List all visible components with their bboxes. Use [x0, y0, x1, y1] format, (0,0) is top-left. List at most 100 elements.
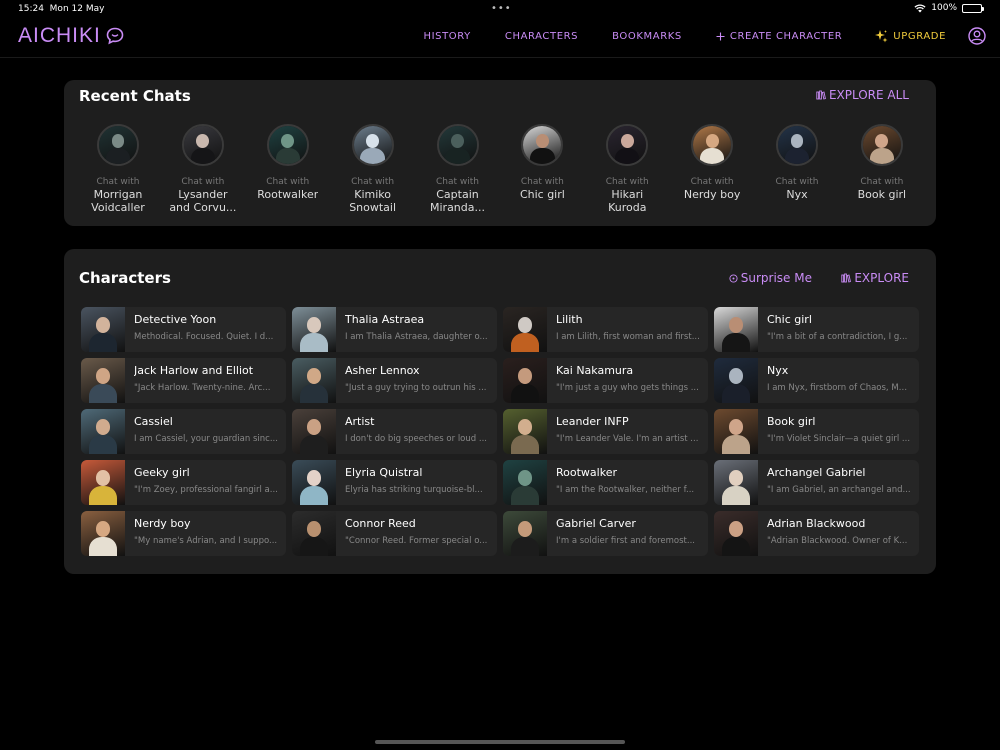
multitasking-dots-icon[interactable]: •••: [491, 3, 512, 14]
character-thumbnail: [503, 409, 547, 454]
recent-chat-item[interactable]: Chat with Nerdy boy: [676, 124, 748, 214]
character-card[interactable]: Book girl "I'm Violet Sinclair—a quiet gi…: [714, 409, 919, 454]
character-thumbnail: [503, 460, 547, 505]
character-card[interactable]: Archangel Gabriel "I am Gabriel, an archa…: [714, 460, 919, 505]
recent-chat-item[interactable]: Chat with Hikari Kuroda: [591, 124, 663, 214]
logo[interactable]: AICHIKI: [18, 24, 125, 48]
character-thumbnail: [81, 409, 125, 454]
character-card[interactable]: Nerdy boy "My name's Adrian, and I suppo.…: [81, 511, 286, 556]
avatar: [521, 124, 564, 166]
recent-chat-item[interactable]: Chat with Kimiko Snowtail: [337, 124, 409, 214]
character-card[interactable]: Jack Harlow and Elliot "Jack Harlow. Twen…: [81, 358, 286, 403]
library-icon: [841, 273, 852, 283]
character-description: "I am Gabriel, an archangel and...: [767, 485, 911, 495]
recent-chat-item[interactable]: Chat with Book girl: [846, 124, 918, 214]
character-card[interactable]: Nyx I am Nyx, firstborn of Chaos, Mo...: [714, 358, 919, 403]
character-thumbnail: [292, 511, 336, 556]
avatar: [266, 124, 309, 166]
surprise-me-label: Surprise Me: [740, 271, 812, 285]
character-description: "I'm a bit of a contradiction, I g...: [767, 332, 908, 342]
character-thumbnail: [81, 358, 125, 403]
chat-with-label: Chat with: [436, 177, 479, 187]
chat-with-label: Chat with: [605, 177, 649, 187]
avatar: [606, 124, 649, 166]
nav-create-character[interactable]: CREATE CHARACTER: [716, 31, 842, 42]
recent-chat-item[interactable]: Chat with Chic girl: [506, 124, 578, 214]
character-thumbnail: [714, 409, 758, 454]
recent-chat-item[interactable]: Chat with Lysander and Corvu...: [167, 124, 239, 214]
character-card[interactable]: Rootwalker "I am the Rootwalker, neither …: [503, 460, 708, 505]
status-right: 100%: [914, 3, 984, 13]
recent-chat-name: Book girl: [857, 188, 907, 201]
character-name: Archangel Gabriel: [767, 466, 866, 479]
characters-grid: Detective Yoon Methodical. Focused. Quiet…: [81, 307, 919, 556]
recent-chat-item[interactable]: Chat with Rootwalker: [252, 124, 324, 214]
nav-history[interactable]: HISTORY: [423, 31, 470, 42]
avatar: [181, 124, 224, 166]
character-card[interactable]: Lilith I am Lilith, first woman and first…: [503, 307, 708, 352]
character-thumbnail: [714, 358, 758, 403]
explore-all-label: EXPLORE ALL: [828, 88, 909, 102]
character-card[interactable]: Artist I don't do big speeches or loud ..…: [292, 409, 497, 454]
nav-bookmarks[interactable]: BOOKMARKS: [612, 31, 682, 42]
character-name: Artist: [345, 415, 375, 428]
character-card[interactable]: Thalia Astraea I am Thalia Astraea, daugh…: [292, 307, 497, 352]
nav-upgrade[interactable]: UPGRADE: [874, 29, 946, 43]
character-card[interactable]: Elyria Quistral Elyria has striking turqu…: [292, 460, 497, 505]
character-card[interactable]: Leander INFP "I'm Leander Vale. I'm an ar…: [503, 409, 708, 454]
characters-panel: Characters Surprise Me EXPLORE Detective…: [64, 249, 936, 574]
create-character-label: CREATE CHARACTER: [729, 30, 843, 42]
explore-label: EXPLORE: [854, 271, 909, 285]
character-thumbnail: [503, 511, 547, 556]
character-thumbnail: [714, 460, 758, 505]
character-description: "I'm just a guy who gets things ...: [556, 383, 699, 393]
chat-with-label: Chat with: [351, 177, 395, 187]
character-description: I'm a soldier first and foremost...: [556, 536, 695, 546]
character-name: Cassiel: [134, 415, 173, 428]
wifi-icon: [914, 3, 926, 12]
chat-with-label: Chat with: [96, 177, 140, 187]
recent-chat-item[interactable]: Chat with Morrigan Voidcaller: [82, 124, 154, 214]
chat-with-label: Chat with: [266, 177, 310, 187]
character-thumbnail: [292, 307, 336, 352]
recent-chat-name: Nerdy boy: [683, 188, 741, 201]
character-card[interactable]: Asher Lennox "Just a guy trying to outrun…: [292, 358, 497, 403]
home-indicator[interactable]: [375, 740, 625, 744]
avatar: [776, 124, 818, 166]
chat-with-label: Chat with: [520, 177, 564, 187]
recent-chat-item[interactable]: Chat with Nyx: [761, 124, 833, 214]
profile-icon[interactable]: [968, 27, 986, 45]
character-card[interactable]: Detective Yoon Methodical. Focused. Quiet…: [81, 307, 286, 352]
character-thumbnail: [292, 358, 336, 403]
character-description: I am Cassiel, your guardian sinc...: [134, 434, 278, 444]
character-card[interactable]: Kai Nakamura "I'm just a guy who gets thi…: [503, 358, 708, 403]
character-card[interactable]: Chic girl "I'm a bit of a contradiction, …: [714, 307, 919, 352]
character-name: Lilith: [556, 313, 583, 326]
character-name: Leander INFP: [556, 415, 629, 428]
character-card[interactable]: Cassiel I am Cassiel, your guardian sinc.…: [81, 409, 286, 454]
character-description: "I'm Violet Sinclair—a quiet girl ...: [767, 434, 911, 444]
explore-all-button[interactable]: EXPLORE ALL: [816, 88, 909, 102]
character-thumbnail: [503, 358, 547, 403]
avatar: [351, 124, 394, 166]
character-description: I am Lilith, first woman and first...: [556, 332, 700, 342]
character-card[interactable]: Geeky girl "I'm Zoey, professional fangir…: [81, 460, 286, 505]
surprise-me-button[interactable]: Surprise Me: [729, 271, 812, 285]
logo-text: AICHIKI: [18, 24, 101, 47]
character-description: I am Thalia Astraea, daughter o...: [345, 332, 488, 342]
character-description: Methodical. Focused. Quiet. I d...: [134, 332, 274, 342]
character-card[interactable]: Gabriel Carver I'm a soldier first and fo…: [503, 511, 708, 556]
recent-chat-name: Captain Miranda...: [430, 188, 485, 214]
recent-chat-item[interactable]: Chat with Captain Miranda...: [422, 124, 494, 214]
upgrade-label: UPGRADE: [893, 30, 946, 42]
nav-characters[interactable]: CHARACTERS: [505, 31, 578, 42]
top-navigation: AICHIKI HISTORY CHARACTERS BOOKMARKS CRE…: [0, 18, 1000, 58]
character-card[interactable]: Connor Reed "Connor Reed. Former special …: [292, 511, 497, 556]
explore-button[interactable]: EXPLORE: [841, 271, 909, 285]
character-name: Kai Nakamura: [556, 364, 634, 377]
recent-chats-title: Recent Chats: [79, 87, 191, 105]
character-description: "Connor Reed. Former special o...: [345, 536, 488, 546]
character-name: Nerdy boy: [134, 517, 191, 530]
character-card[interactable]: Adrian Blackwood "Adrian Blackwood. Owner…: [714, 511, 919, 556]
chat-with-label: Chat with: [775, 177, 819, 187]
